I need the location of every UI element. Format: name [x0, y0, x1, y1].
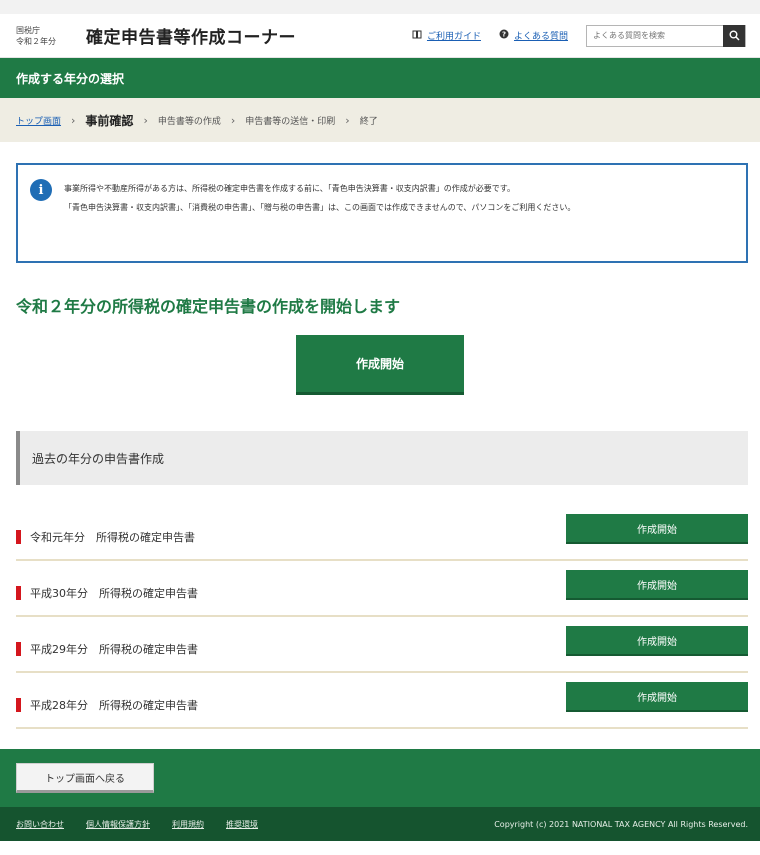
breadcrumb-step: 終了 [359, 116, 378, 127]
past-year-label: 平成29年分 所得税の確定申告書 [30, 643, 198, 656]
breadcrumb-top[interactable]: トップ画面 [16, 114, 61, 127]
breadcrumb: トップ画面 › 事前確認 › 申告書等の作成 › 申告書等の送信・印刷 › 終了 [0, 98, 760, 142]
chevron-right-icon: › [71, 113, 76, 127]
red-marker [16, 698, 21, 712]
red-marker [16, 530, 21, 544]
copyright: Copyright (c) 2021 NATIONAL TAX AGENCY A… [494, 819, 748, 829]
red-marker [16, 586, 21, 600]
site-title[interactable]: 確定申告書等作成コーナー [86, 23, 296, 48]
guide-link[interactable]: ご利用ガイド [412, 29, 481, 42]
search-input[interactable] [587, 25, 723, 46]
info-notice: i 事業所得や不動産所得がある方は、所得税の確定申告書を作成する前に、「青色申告… [16, 163, 748, 263]
footer-link-terms[interactable]: 利用規約 [172, 819, 204, 830]
footer-link-contact[interactable]: お問い合わせ [16, 819, 64, 830]
list-item: 平成28年分 所得税の確定申告書 作成開始 [16, 673, 748, 729]
question-circle-icon: ? [499, 29, 509, 42]
top-strip [0, 0, 760, 14]
faq-link-label[interactable]: よくある質問 [514, 29, 568, 42]
search-icon [729, 26, 740, 45]
chevron-right-icon: › [345, 113, 350, 127]
site-header: 国税庁 令和２年分 確定申告書等作成コーナー ご利用ガイド ? よくある質問 [0, 14, 760, 58]
search-button[interactable] [723, 24, 745, 47]
past-year-label: 令和元年分 所得税の確定申告書 [30, 531, 195, 544]
past-start-button[interactable]: 作成開始 [566, 626, 748, 656]
start-button[interactable]: 作成開始 [296, 335, 464, 395]
guide-link-label[interactable]: ご利用ガイド [427, 29, 481, 42]
back-to-top-button[interactable]: トップ画面へ戻る [16, 763, 154, 793]
header-nav: ご利用ガイド ? よくある質問 [412, 24, 746, 47]
list-item: 平成30年分 所得税の確定申告書 作成開始 [16, 561, 748, 617]
tax-year-label: 令和２年分 [16, 36, 56, 46]
past-start-button[interactable]: 作成開始 [566, 682, 748, 712]
past-year-label: 平成30年分 所得税の確定申告書 [30, 587, 198, 600]
agency-label: 国税庁 令和２年分 [16, 25, 74, 47]
main-heading: 令和２年分の所得税の確定申告書の作成を開始します [16, 297, 401, 316]
page-title-bar: 作成する年分の選択 [0, 58, 760, 98]
notice-text: 事業所得や不動産所得がある方は、所得税の確定申告書を作成する前に、「青色申告決算… [64, 179, 575, 247]
past-years-list: 令和元年分 所得税の確定申告書 作成開始 平成30年分 所得税の確定申告書 作成… [16, 505, 748, 729]
footer-link-privacy[interactable]: 個人情報保護方針 [86, 819, 150, 830]
chevron-right-icon: › [230, 113, 236, 127]
info-icon: i [30, 179, 52, 201]
agency-name: 国税庁 [16, 25, 40, 35]
faq-search [586, 24, 746, 47]
breadcrumb-step: 申告書等の送信・印刷 [245, 116, 336, 127]
footer-links-bar: お問い合わせ 個人情報保護方針 利用規約 推奨環境 Copyright (c) … [0, 807, 760, 841]
faq-link[interactable]: ? よくある質問 [499, 29, 568, 42]
past-year-label: 平成28年分 所得税の確定申告書 [30, 699, 198, 712]
list-item: 平成29年分 所得税の確定申告書 作成開始 [16, 617, 748, 673]
breadcrumb-current: 事前確認 [85, 113, 134, 128]
chevron-right-icon: › [143, 113, 148, 127]
list-item: 令和元年分 所得税の確定申告書 作成開始 [16, 505, 748, 561]
past-start-button[interactable]: 作成開始 [566, 570, 748, 600]
bottom-strip [0, 841, 760, 855]
breadcrumb-step: 申告書等の作成 [157, 116, 221, 127]
past-years-heading: 過去の年分の申告書作成 [16, 431, 748, 485]
notice-line: 「青色申告決算書・収支内訳書」、「消費税の申告書」、「贈与税の申告書」は、この画… [64, 203, 576, 212]
past-start-button[interactable]: 作成開始 [566, 514, 748, 544]
svg-text:?: ? [502, 31, 506, 39]
red-marker [16, 642, 21, 656]
footer-link-environment[interactable]: 推奨環境 [226, 819, 258, 830]
footer-action-bar: トップ画面へ戻る [0, 749, 760, 807]
start-button-wrap: 作成開始 [0, 335, 760, 395]
notice-line: 事業所得や不動産所得がある方は、所得税の確定申告書を作成する前に、「青色申告決算… [64, 184, 515, 193]
book-icon [412, 30, 422, 42]
